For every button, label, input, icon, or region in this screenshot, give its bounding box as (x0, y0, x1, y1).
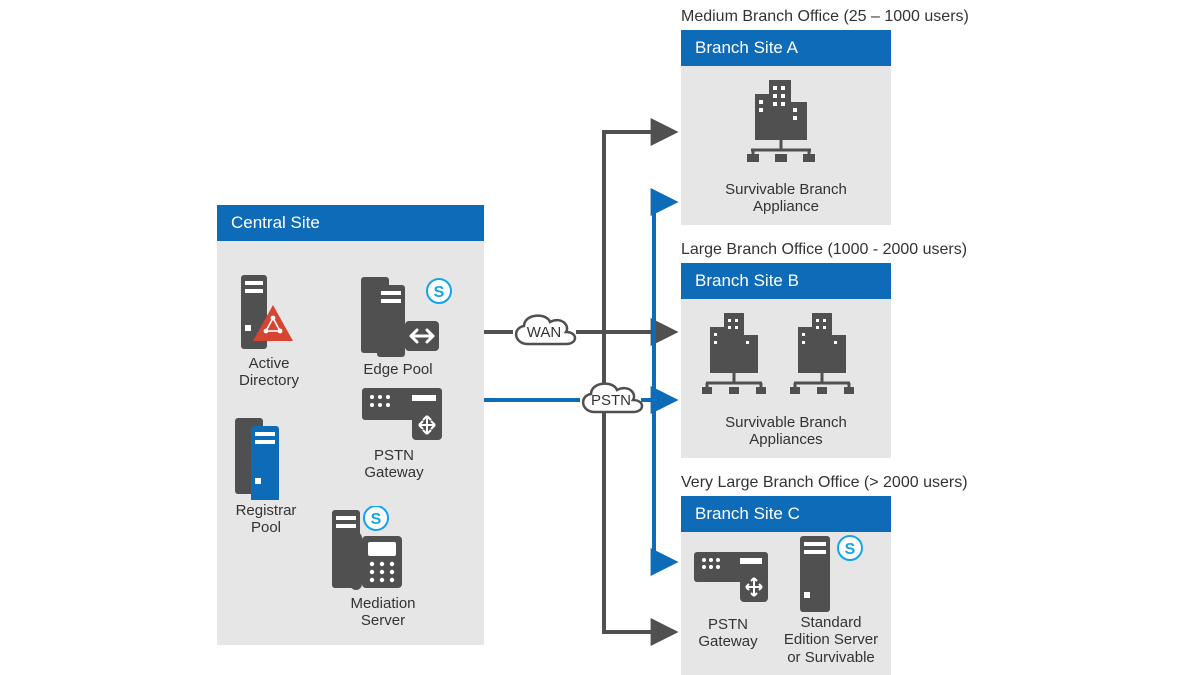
pstn-cloud-icon: PSTN (575, 378, 647, 422)
active-directory-label: Active Directory (232, 355, 306, 390)
branch-c-server-label: Standard Edition Server or Survivable (772, 614, 890, 666)
svg-text:S: S (371, 511, 382, 528)
branch-c-pstn-gateway-icon (694, 552, 782, 608)
wan-cloud-icon: WAN (508, 310, 580, 354)
wan-label: WAN (527, 324, 561, 341)
branch-b-appliances-label: Survivable Branch Appliances (718, 414, 854, 449)
svg-text:S: S (434, 284, 445, 301)
branch-b-building1-icon (702, 313, 778, 399)
mediation-server-icon: S (332, 506, 440, 596)
pstn-gateway-icon (362, 388, 456, 446)
svg-text:S: S (845, 541, 856, 558)
branch-a-appliance-label: Survivable Branch Appliance (718, 181, 854, 216)
branch-c-pstn-gateway-label: PSTN Gateway (692, 616, 764, 651)
registrar-pool-label: Registrar Pool (225, 502, 307, 537)
branch-b-title: Branch Site B (681, 263, 891, 299)
edge-pool-icon: S (361, 277, 455, 359)
branch-a-title: Branch Site A (681, 30, 891, 66)
branch-a-building-icon (745, 80, 827, 166)
branch-c-server-icon: S (800, 534, 870, 614)
branch-c-title: Branch Site C (681, 496, 891, 532)
branch-b-caption: Large Branch Office (1000 - 2000 users) (681, 241, 967, 259)
pstn-gateway-label: PSTN Gateway (357, 447, 431, 482)
connectors (0, 0, 1200, 675)
edge-pool-label: Edge Pool (357, 361, 439, 378)
active-directory-icon (235, 275, 295, 353)
central-site-title: Central Site (217, 205, 484, 241)
branch-c-caption: Very Large Branch Office (> 2000 users) (681, 474, 968, 492)
branch-a-caption: Medium Branch Office (25 – 1000 users) (681, 8, 969, 26)
branch-b-building2-icon (790, 313, 866, 399)
pstn-label: PSTN (591, 392, 631, 409)
mediation-server-label: Mediation Server (341, 595, 425, 630)
registrar-pool-icon (235, 418, 297, 500)
